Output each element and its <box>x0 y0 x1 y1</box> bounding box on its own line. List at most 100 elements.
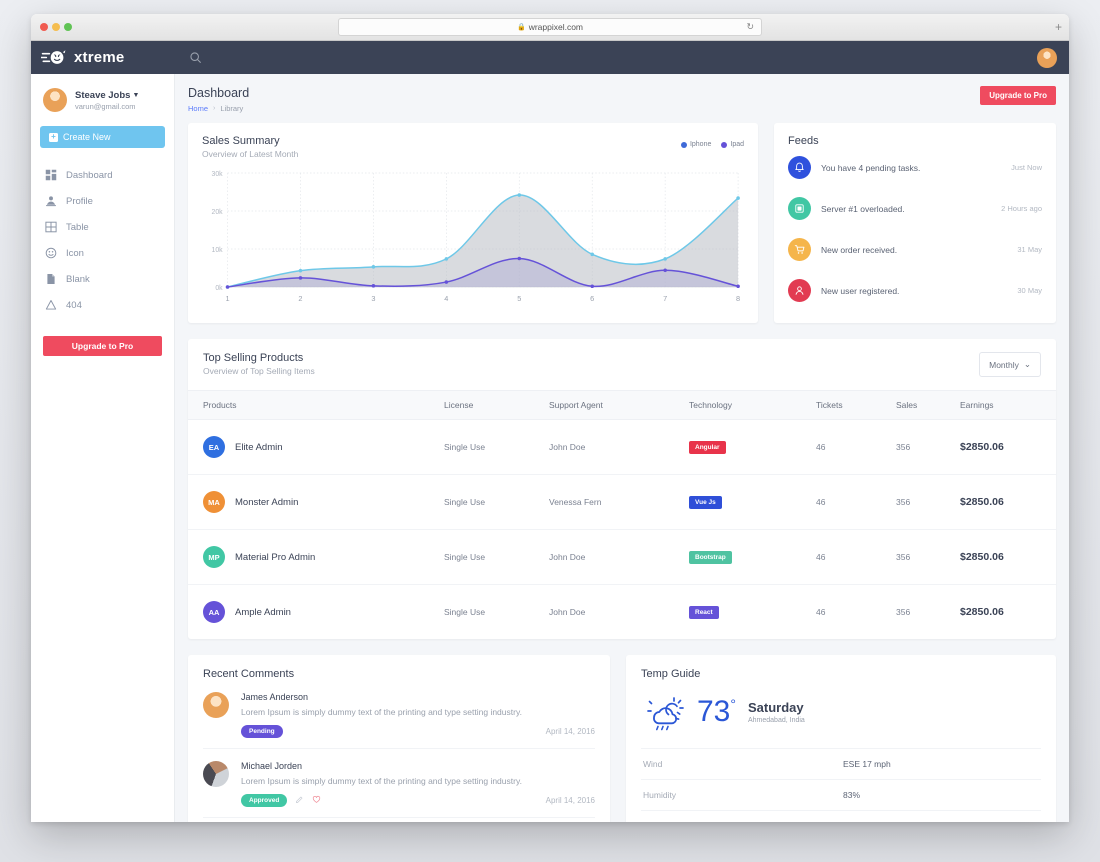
list-item[interactable]: Michael Jorden Lorem Ipsum is simply dumm… <box>203 749 595 818</box>
sidebar-item-label: Blank <box>66 273 90 285</box>
earnings-value: $2850.06 <box>960 551 1004 563</box>
create-new-label: Create New <box>63 132 111 142</box>
lock-icon: 🔒 <box>516 24 526 31</box>
feeds-list: You have 4 pending tasks. Just Now Server … <box>788 147 1042 311</box>
browser-window: 🔒 wrappixel.com ↻ + xtreme Steave Jobs ▼… <box>31 14 1069 822</box>
navbar-profile-button[interactable] <box>1037 47 1057 68</box>
dashboard-icon <box>45 169 57 181</box>
cell-sales: 356 <box>896 607 911 617</box>
legend-item-ipad[interactable]: Ipad <box>721 141 744 148</box>
list-item[interactable]: James Anderson Lorem Ipsum is simply dumm… <box>203 680 595 749</box>
upgrade-to-pro-button[interactable]: Upgrade to Pro <box>980 86 1056 105</box>
sidebar-item-404[interactable]: 404 <box>31 292 174 318</box>
column-header-support-agent: Support Agent <box>543 390 683 420</box>
cell-license: Single Use <box>438 529 543 585</box>
sidebar-item-profile[interactable]: Profile <box>31 188 174 214</box>
sidebar-item-label: 404 <box>66 299 82 311</box>
comments-list: James Anderson Lorem Ipsum is simply dumm… <box>203 680 595 822</box>
brand[interactable]: xtreme <box>31 49 175 66</box>
profile-icon <box>45 196 57 207</box>
table-header-row: Products License Support Agent Technolog… <box>188 390 1056 420</box>
feed-item[interactable]: Server #1 overloaded. 2 Hours ago <box>788 188 1042 229</box>
feed-item[interactable]: New order received. 31 May <box>788 229 1042 270</box>
sidebar-item-table[interactable]: Table <box>31 214 174 240</box>
minimize-window-button[interactable] <box>52 23 60 31</box>
edit-icon <box>296 796 303 803</box>
legend-label: Iphone <box>689 141 712 148</box>
window-controls[interactable] <box>40 23 72 31</box>
feed-text: You have 4 pending tasks. <box>821 162 921 173</box>
cell-earnings: $2850.06 <box>954 419 1056 475</box>
sidebar-item-blank[interactable]: Blank <box>31 266 174 292</box>
cell-sales: 356 <box>890 474 954 530</box>
breadcrumb-home[interactable]: Home <box>188 104 208 113</box>
sidebar-item-label: Icon <box>66 247 84 259</box>
sidebar-upgrade-button[interactable]: Upgrade to Pro <box>43 336 162 356</box>
smiley-icon <box>45 247 57 259</box>
sidebar-item-label: Table <box>66 221 89 233</box>
search-icon <box>190 52 201 63</box>
breadcrumb-library: Library <box>220 104 244 113</box>
cell-license: Single Use <box>438 474 543 530</box>
comment-text: Lorem Ipsum is simply dummy text of the … <box>241 776 522 786</box>
list-item[interactable]: Johnathan Doeting <box>203 818 595 822</box>
avatar <box>203 761 229 787</box>
cell-tickets: 46 <box>810 419 890 475</box>
table-row[interactable]: AA Ample Admin Single Use John Doe React 46 35… <box>188 585 1056 640</box>
svg-text:10k: 10k <box>212 247 224 254</box>
temp-detail-value: 83% <box>843 790 861 800</box>
legend-item-iphone[interactable]: Iphone <box>680 141 712 148</box>
address-bar[interactable]: 🔒 wrappixel.com ↻ <box>338 18 762 36</box>
new-tab-button[interactable]: + <box>1055 21 1062 33</box>
sidebar-nav-list: Dashboard Profile Table Icon Blank 404 <box>31 162 174 318</box>
cell-earnings: $2850.06 <box>954 474 1056 530</box>
comment-author: Michael Jorden <box>241 761 303 771</box>
close-window-button[interactable] <box>40 23 48 31</box>
avatar <box>203 692 229 718</box>
temp-detail-value: ESE 17 mph <box>843 759 891 769</box>
feed-time: 2 Hours ago <box>1001 204 1042 213</box>
feed-item[interactable]: You have 4 pending tasks. Just Now <box>788 147 1042 188</box>
chart-legend: Iphone Ipad <box>680 141 744 148</box>
sidebar-item-dashboard[interactable]: Dashboard <box>31 162 174 188</box>
top-navbar: xtreme <box>31 41 1069 74</box>
edit-icon[interactable] <box>295 795 304 806</box>
temp-detail-row: Humidity 83% <box>641 779 1041 810</box>
weather-location: Ahmedabad, India <box>747 717 805 724</box>
feed-text: New user registered. <box>821 285 900 296</box>
table-row[interactable]: MP Material Pro Admin Single Use John Doe Bo… <box>188 529 1056 585</box>
svg-text:3: 3 <box>371 294 375 303</box>
product-name: Material Pro Admin <box>235 551 316 563</box>
create-new-button[interactable]: + Create New <box>40 126 165 148</box>
product-name: Ample Admin <box>235 606 291 618</box>
feed-time: 31 May <box>1017 245 1042 254</box>
temp-detail-row: Pressure28.56 in <box>641 810 1041 822</box>
monthly-filter-dropdown[interactable]: Monthly ⌄ <box>979 352 1041 377</box>
heart-icon[interactable] <box>312 795 321 806</box>
sidebar-item-icon[interactable]: Icon <box>31 240 174 266</box>
feed-text: Server #1 overloaded. <box>821 203 905 214</box>
column-header-technology: Technology <box>683 390 810 420</box>
reload-icon[interactable]: ↻ <box>746 22 754 33</box>
cell-earnings: $2850.06 <box>954 529 1056 585</box>
cell-product: AA Ample Admin <box>188 585 438 640</box>
sidebar-user-profile[interactable]: Steave Jobs ▼ varun@gmail.com <box>31 74 174 124</box>
sidebar-user-name: Steave Jobs <box>75 89 131 101</box>
navbar-search-button[interactable] <box>189 51 202 64</box>
cell-technology: Vue Js <box>683 474 810 530</box>
maximize-window-button[interactable] <box>64 23 72 31</box>
product-avatar: MP <box>203 546 225 568</box>
avatar <box>1037 47 1057 68</box>
column-header-products: Products <box>188 390 438 420</box>
cell-product: MP Material Pro Admin <box>188 529 438 585</box>
cell-sales: 356 <box>890 419 954 475</box>
feed-item[interactable]: New user registered. 30 May <box>788 270 1042 311</box>
table-row[interactable]: EA Elite Admin Single Use John Doe Angular 46… <box>188 419 1056 475</box>
status-badge: Pending <box>241 725 283 738</box>
breadcrumb-separator: › <box>213 105 216 112</box>
svg-text:0k: 0k <box>215 285 223 292</box>
legend-color-swatch <box>721 141 728 148</box>
table-row[interactable]: MA Monster Admin Single Use Venessa Fern Vue… <box>188 474 1056 530</box>
cell-sales: 356 <box>890 529 954 585</box>
sidebar: Steave Jobs ▼ varun@gmail.com + Create N… <box>31 74 175 822</box>
